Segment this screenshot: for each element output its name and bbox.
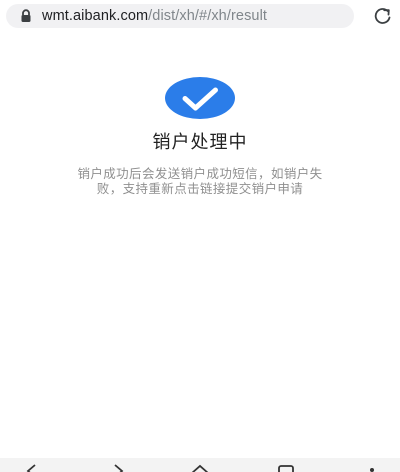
screen: wmt.aibank.com/dist/xh/#/xh/result 销户处理中… bbox=[0, 0, 400, 472]
address-bar[interactable]: wmt.aibank.com/dist/xh/#/xh/result bbox=[6, 4, 354, 28]
result-title: 销户处理中 bbox=[152, 132, 248, 153]
forward-icon[interactable] bbox=[108, 462, 128, 472]
bottom-nav-bar bbox=[0, 458, 400, 472]
url-host: wmt.aibank.com bbox=[42, 8, 149, 24]
check-circle-icon bbox=[164, 77, 236, 119]
home-icon[interactable] bbox=[190, 462, 210, 472]
tabs-icon[interactable] bbox=[276, 462, 296, 472]
back-icon[interactable] bbox=[22, 462, 42, 472]
url-path: /dist/xh/#/xh/result bbox=[148, 8, 268, 24]
lock-icon[interactable] bbox=[16, 4, 36, 28]
url-text[interactable]: wmt.aibank.com/dist/xh/#/xh/result bbox=[42, 8, 267, 24]
menu-icon[interactable] bbox=[362, 462, 382, 472]
reload-icon[interactable] bbox=[371, 6, 395, 26]
result-description: 销户成功后会发送销户成功短信，如销户失败，支持重新点击链接提交销户申请 bbox=[77, 166, 323, 196]
result-panel: 销户处理中 销户成功后会发送销户成功短信，如销户失败，支持重新点击链接提交销户申… bbox=[0, 77, 400, 196]
